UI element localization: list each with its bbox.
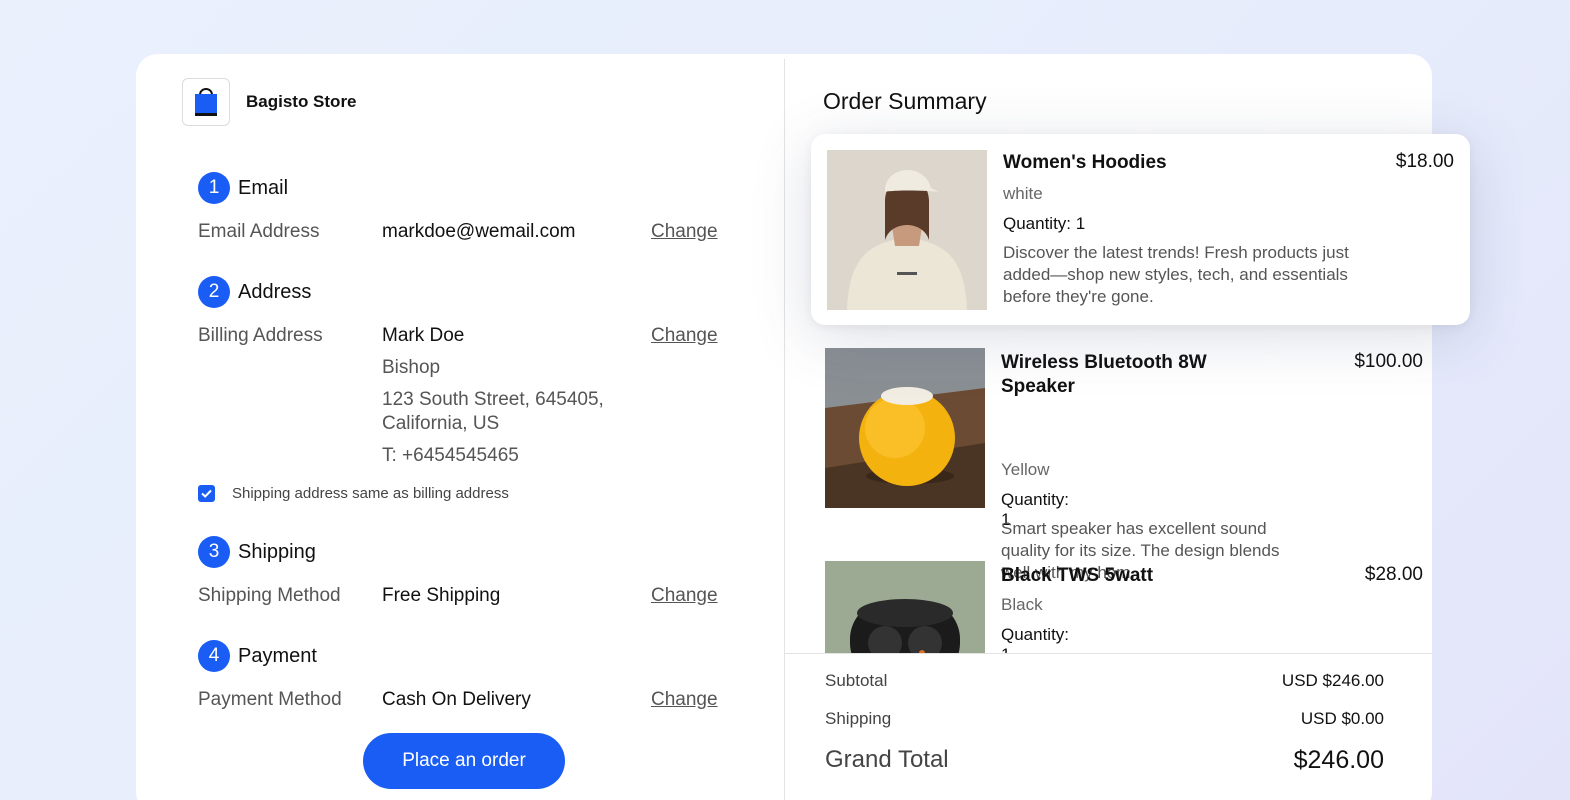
step-title-address: Address [238,281,312,303]
store-logo [182,78,230,126]
item-price: $100.00 [1354,351,1423,372]
order-item-hoodie[interactable]: Women's Hoodies $18.00 white Quantity: 1… [811,134,1470,325]
billing-phone: T: +6454545465 [382,445,519,466]
shipping-method-value: Free Shipping [382,585,501,606]
item-quantity: Quantity: 1 [1001,625,1070,653]
billing-address-label: Billing Address [198,325,323,346]
step-title-email: Email [238,177,289,199]
step-title-payment: Payment [238,645,317,667]
grand-total-value: $246.00 [1293,746,1384,774]
order-item-clip: Black TWS 5watt $28.00 Black Quantity: 1 [785,549,1432,653]
step-number-shipping: 3 [198,536,230,568]
payment-method-label: Payment Method [198,689,342,710]
email-change-link[interactable]: Change [651,221,718,243]
step-number-email: 1 [198,172,230,204]
item-price: $28.00 [1364,564,1423,585]
subtotal-value: USD $246.00 [1281,671,1384,690]
same-as-billing-label[interactable]: Shipping address same as billing address [232,485,509,502]
billing-region: California, US [382,413,500,434]
step-number-address: 2 [198,276,230,308]
address-change-link[interactable]: Change [651,325,718,347]
step-title-shipping: Shipping [238,541,316,563]
email-label: Email Address [198,221,320,242]
item-name: Women's Hoodies [1003,152,1167,173]
subtotal-label: Subtotal [825,671,888,690]
checkout-steps-panel: Bagisto Store 1 Email Email Address mark… [136,54,784,800]
checkmark-icon [201,489,212,498]
totals-divider [785,653,1432,654]
same-as-billing-checkbox[interactable] [198,485,215,502]
payment-method-value: Cash On Delivery [382,689,531,710]
item-variant: Yellow [1001,460,1050,479]
place-order-button[interactable]: Place an order [363,733,565,789]
billing-city: Bishop [382,357,441,378]
shopping-bag-icon [195,88,217,116]
step-number-payment: 4 [198,640,230,672]
store-name: Bagisto Store [246,92,357,111]
speaker-product-image [825,348,985,508]
earbuds-product-image [825,561,985,653]
shipping-change-link[interactable]: Change [651,585,718,607]
shipping-method-label: Shipping Method [198,585,341,606]
order-summary-title: Order Summary [823,88,987,114]
shipping-cost-label: Shipping [825,709,892,728]
item-price: $18.00 [1395,151,1454,172]
item-name: Wireless Bluetooth 8W Speaker [1001,352,1207,397]
payment-change-link[interactable]: Change [651,689,718,711]
billing-name: Mark Doe [382,325,465,346]
hoodie-product-image [827,150,987,310]
item-name: Black TWS 5watt [1001,565,1154,586]
item-quantity: Quantity: 1 [1003,214,1086,233]
item-variant: Black [1001,595,1043,614]
shipping-cost-value: USD $0.00 [1300,709,1384,728]
item-variant: white [1003,184,1043,203]
email-value: markdoe@wemail.com [382,221,576,242]
billing-street: 123 South Street, 645405, [382,389,604,410]
grand-total-label: Grand Total [825,746,949,773]
item-description: Discover the latest trends! Fresh produc… [1003,243,1349,306]
